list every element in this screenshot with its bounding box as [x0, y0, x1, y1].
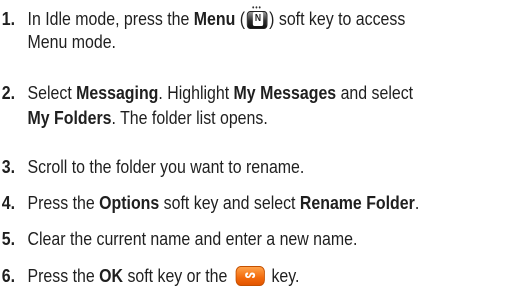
step-text: Press the OK soft key or the ᔕ key. [27, 265, 300, 286]
step-number: 2. [1, 82, 15, 103]
step-text: In Idle mode, press the Menu (••• N) soft… [27, 3, 406, 30]
step-text: Press the Options soft key and select Re… [27, 192, 420, 213]
menu-soft-key-icon: ••• N [246, 4, 268, 30]
menu-key-label: Menu [193, 8, 236, 29]
step-text: Select Messaging. Highlight My Messages … [27, 82, 414, 103]
step-number: 4. [1, 192, 15, 213]
step-number: 3. [1, 156, 15, 177]
step-text: Scroll to the folder you want to rename. [27, 156, 305, 177]
step-text: Clear the current name and enter a new n… [27, 228, 358, 249]
step-number: 1. [1, 8, 15, 29]
instruction-steps: 1. In Idle mode, press the Menu (••• N) s… [1, 3, 420, 286]
ok-key-icon: ᔕ [235, 265, 265, 286]
step-number: 5. [1, 228, 15, 249]
step-number: 6. [1, 265, 15, 286]
